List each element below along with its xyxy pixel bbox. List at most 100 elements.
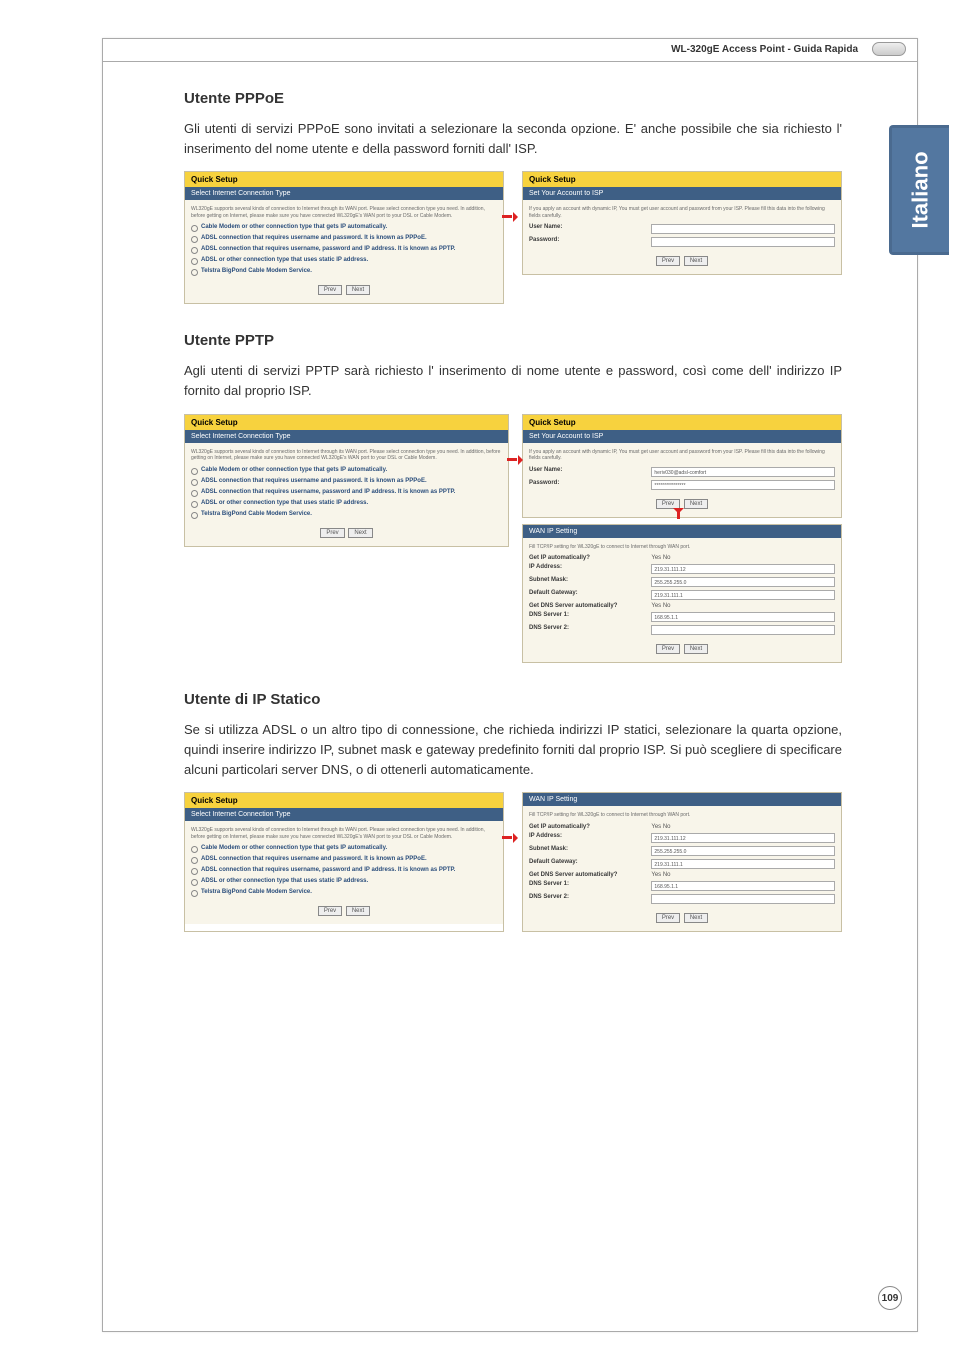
prev-button[interactable]: Prev: [320, 528, 344, 538]
gateway-input[interactable]: 219.31.111.1: [651, 859, 835, 869]
ss-desc: WL320gE supports several kinds of connec…: [191, 827, 497, 840]
field-label: Subnet Mask:: [529, 846, 651, 856]
ss-desc: Fill TCP/IP setting for WL320gE to conne…: [529, 544, 835, 551]
yes-no-radio[interactable]: Yes No: [651, 555, 835, 561]
ss-header: Select Internet Connection Type: [185, 808, 503, 821]
next-button[interactable]: Next: [684, 644, 708, 654]
radio-option[interactable]: ADSL connection that requires username a…: [191, 856, 497, 862]
ss-header: Select Internet Connection Type: [185, 430, 508, 443]
field-label: DNS Server 1:: [529, 612, 651, 622]
radio-option[interactable]: ADSL connection that requires username a…: [191, 478, 502, 484]
screenshot-select-type: Quick Setup Select Internet Connection T…: [184, 414, 509, 547]
body-pppoe: Gli utenti di servizi PPPoE sono invitat…: [184, 119, 842, 159]
dns2-input[interactable]: [651, 625, 835, 635]
ss-title: Quick Setup: [523, 172, 841, 187]
field-label: IP Address:: [529, 833, 651, 843]
prev-button[interactable]: Prev: [318, 285, 342, 295]
dns1-input[interactable]: 168.95.1.1: [651, 612, 835, 622]
screenshot-wan-ip: WAN IP Setting Fill TCP/IP setting for W…: [522, 524, 842, 664]
ss-desc: If you apply an account with dynamic IP,…: [529, 206, 835, 219]
radio-option[interactable]: ADSL connection that requires username a…: [191, 235, 497, 241]
heading-static: Utente di IP Statico: [184, 691, 842, 708]
page-number: 109: [878, 1286, 902, 1310]
ss-title: Quick Setup: [185, 415, 508, 430]
book-icon: [872, 42, 906, 56]
radio-option[interactable]: Telstra BigPond Cable Modem Service.: [191, 889, 497, 895]
next-button[interactable]: Next: [684, 499, 708, 509]
ip-input[interactable]: 219.31.111.12: [651, 833, 835, 843]
screenshot-wan-ip: WAN IP Setting Fill TCP/IP setting for W…: [522, 792, 842, 932]
field-label: Default Gateway:: [529, 859, 651, 869]
language-label: Italiano: [908, 151, 934, 228]
field-label: DNS Server 2:: [529, 894, 651, 904]
dns2-input[interactable]: [651, 894, 835, 904]
prev-button[interactable]: Prev: [656, 913, 680, 923]
radio-option[interactable]: ADSL connection that requires username, …: [191, 246, 497, 252]
password-input[interactable]: [651, 237, 835, 247]
radio-option[interactable]: ADSL or other connection type that uses …: [191, 257, 497, 263]
body-static: Se si utilizza ADSL o un altro tipo di c…: [184, 720, 842, 780]
next-button[interactable]: Next: [346, 906, 370, 916]
field-label: User Name:: [529, 224, 651, 234]
radio-option[interactable]: ADSL or other connection type that uses …: [191, 878, 497, 884]
ss-title: Quick Setup: [185, 793, 503, 808]
field-label: DNS Server 1:: [529, 881, 651, 891]
manual-title: WL-320gE Access Point - Guida Rapida: [671, 44, 858, 55]
field-label: DNS Server 2:: [529, 625, 651, 635]
heading-pppoe: Utente PPPoE: [184, 90, 842, 107]
language-tab: Italiano: [889, 125, 949, 255]
radio-option[interactable]: Cable Modem or other connection type tha…: [191, 224, 497, 230]
field-label: Get IP automatically?: [529, 824, 651, 830]
screenshot-select-type: Quick Setup Select Internet Connection T…: [184, 792, 504, 932]
password-input[interactable]: ****************: [651, 480, 835, 490]
ss-header: Select Internet Connection Type: [185, 187, 503, 200]
field-label: User Name:: [529, 467, 651, 477]
yes-no-radio[interactable]: Yes No: [651, 824, 835, 830]
radio-option[interactable]: Cable Modem or other connection type tha…: [191, 467, 502, 473]
radio-option[interactable]: Telstra BigPond Cable Modem Service.: [191, 511, 502, 517]
next-button[interactable]: Next: [684, 256, 708, 266]
mask-input[interactable]: 255.255.255.0: [651, 577, 835, 587]
ss-header: WAN IP Setting: [523, 525, 841, 538]
radio-option[interactable]: ADSL connection that requires username, …: [191, 489, 502, 495]
dns1-input[interactable]: 168.95.1.1: [651, 881, 835, 891]
ip-input[interactable]: 219.31.111.12: [651, 564, 835, 574]
gateway-input[interactable]: 219.31.111.1: [651, 590, 835, 600]
ss-header: Set Your Account to ISP: [523, 187, 841, 200]
field-label: Subnet Mask:: [529, 577, 651, 587]
prev-button[interactable]: Prev: [318, 906, 342, 916]
field-label: Password:: [529, 480, 651, 490]
field-label: IP Address:: [529, 564, 651, 574]
screenshot-account-empty: Quick Setup Set Your Account to ISP If y…: [522, 171, 842, 275]
prev-button[interactable]: Prev: [656, 644, 680, 654]
ss-desc: WL320gE supports several kinds of connec…: [191, 206, 497, 219]
field-label: Get DNS Server automatically?: [529, 872, 651, 878]
ss-desc: Fill TCP/IP setting for WL320gE to conne…: [529, 812, 835, 819]
radio-option[interactable]: Telstra BigPond Cable Modem Service.: [191, 268, 497, 274]
ss-title: Quick Setup: [185, 172, 503, 187]
body-pptp: Agli utenti di servizi PPTP sarà richies…: [184, 361, 842, 401]
prev-button[interactable]: Prev: [656, 256, 680, 266]
ss-title: Quick Setup: [523, 415, 841, 430]
ss-header: WAN IP Setting: [523, 793, 841, 806]
ss-header: Set Your Account to ISP: [523, 430, 841, 443]
yes-no-radio[interactable]: Yes No: [651, 872, 835, 878]
next-button[interactable]: Next: [684, 913, 708, 923]
username-input[interactable]: heriv030@adsl-comfort: [651, 467, 835, 477]
field-label: Default Gateway:: [529, 590, 651, 600]
mask-input[interactable]: 255.255.255.0: [651, 846, 835, 856]
field-label: Get DNS Server automatically?: [529, 603, 651, 609]
radio-option[interactable]: ADSL or other connection type that uses …: [191, 500, 502, 506]
radio-option[interactable]: ADSL connection that requires username, …: [191, 867, 497, 873]
screenshot-account-filled: Quick Setup Set Your Account to ISP If y…: [522, 414, 842, 518]
yes-no-radio[interactable]: Yes No: [651, 603, 835, 609]
radio-option[interactable]: Cable Modem or other connection type tha…: [191, 845, 497, 851]
heading-pptp: Utente PPTP: [184, 332, 842, 349]
field-label: Password:: [529, 237, 651, 247]
next-button[interactable]: Next: [348, 528, 372, 538]
screenshot-select-type: Quick Setup Select Internet Connection T…: [184, 171, 504, 304]
field-label: Get IP automatically?: [529, 555, 651, 561]
next-button[interactable]: Next: [346, 285, 370, 295]
ss-desc: WL320gE supports several kinds of connec…: [191, 449, 502, 462]
username-input[interactable]: [651, 224, 835, 234]
